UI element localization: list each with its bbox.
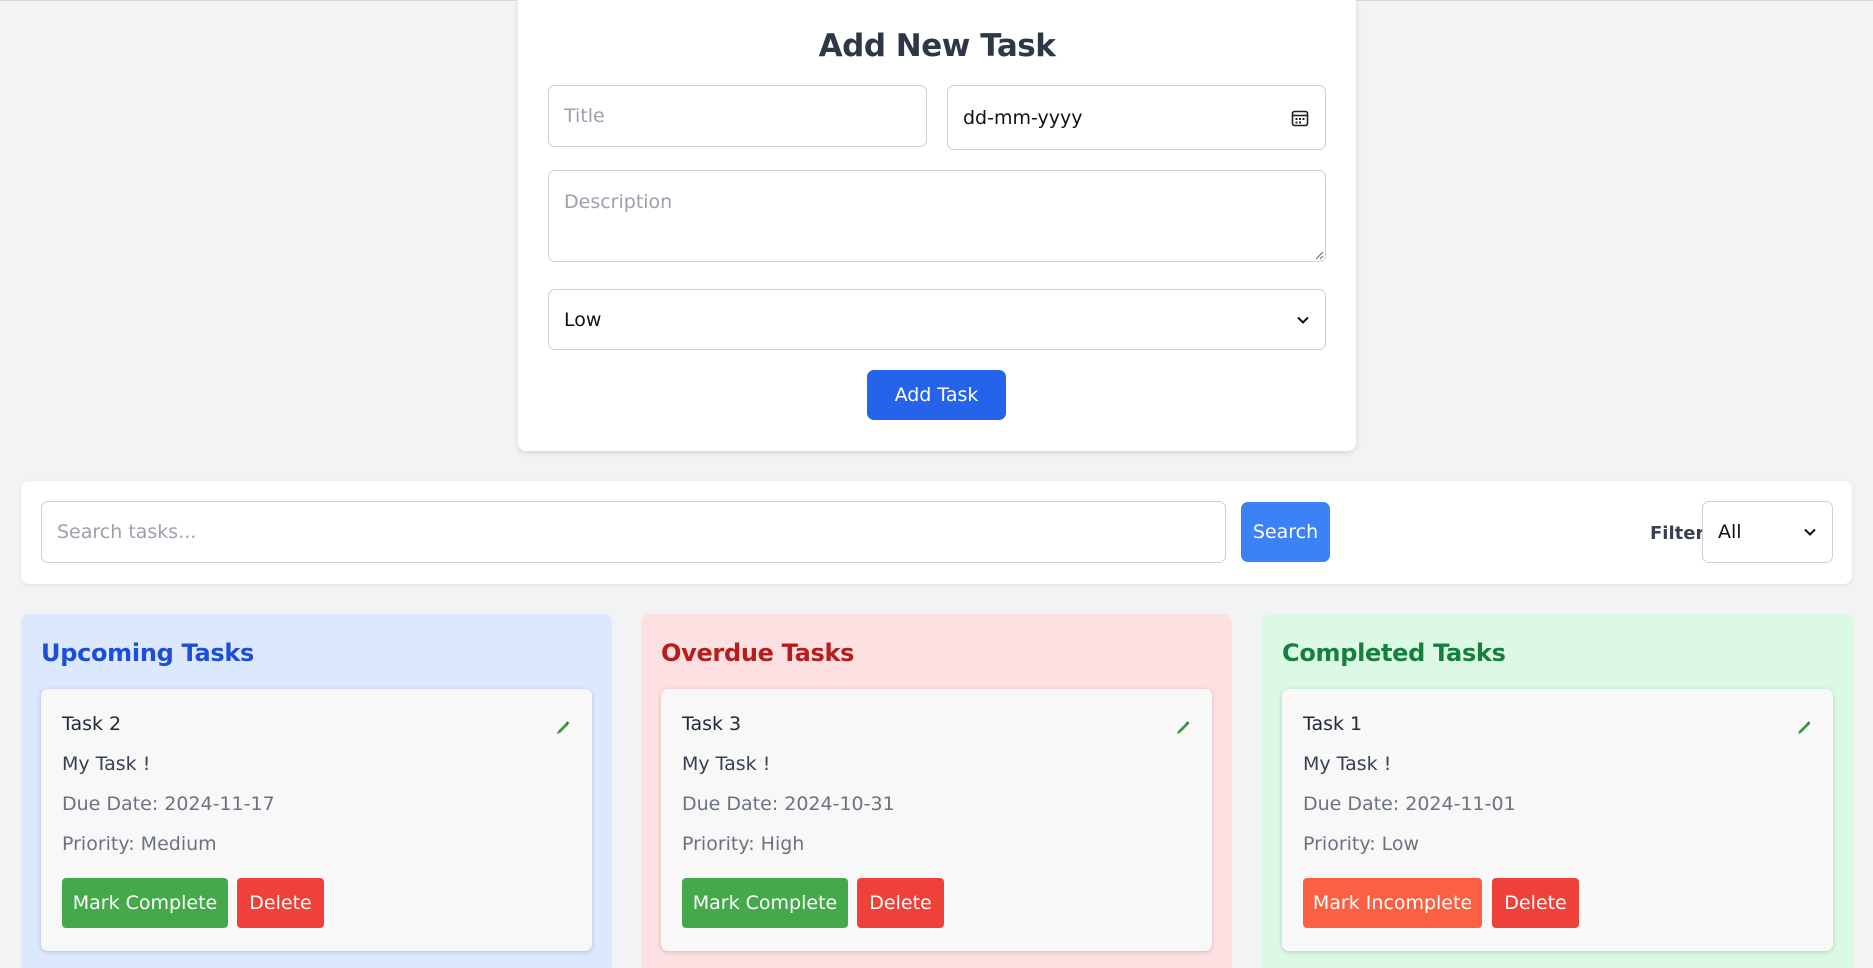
task-description: My Task ! xyxy=(1303,753,1392,775)
task-card: Task 3 My Task ! Due Date: 2024-10-31 Pr… xyxy=(661,689,1212,951)
mark-incomplete-button[interactable]: Mark Incomplete xyxy=(1303,878,1482,928)
upcoming-tasks-column: Upcoming Tasks Task 2 My Task ! Due Date… xyxy=(21,614,612,968)
date-value: dd-mm-yyyy xyxy=(963,106,1083,129)
task-due-date: Due Date: 2024-10-31 xyxy=(682,793,895,815)
column-title: Overdue Tasks xyxy=(661,639,855,667)
task-card: Task 1 My Task ! Due Date: 2024-11-01 Pr… xyxy=(1282,689,1833,951)
chevron-down-icon xyxy=(1297,316,1309,324)
task-title: Task 1 xyxy=(1303,713,1363,735)
task-description: My Task ! xyxy=(682,753,771,775)
calendar-icon[interactable] xyxy=(1290,108,1310,128)
task-due-date: Due Date: 2024-11-01 xyxy=(1303,793,1516,815)
task-priority: Priority: Low xyxy=(1303,833,1420,855)
task-priority: Priority: Medium xyxy=(62,833,217,855)
completed-tasks-column: Completed Tasks Task 1 My Task ! Due Dat… xyxy=(1262,614,1853,968)
column-title: Upcoming Tasks xyxy=(41,639,255,667)
filter-label: Filter xyxy=(1650,523,1705,544)
description-input[interactable] xyxy=(548,170,1326,262)
form-heading: Add New Task xyxy=(818,28,1056,64)
priority-select[interactable]: Low xyxy=(548,289,1326,350)
mark-complete-button[interactable]: Mark Complete xyxy=(62,878,228,928)
task-title: Task 2 xyxy=(62,713,122,735)
filter-selected-value: All xyxy=(1718,521,1742,543)
pencil-icon[interactable] xyxy=(1796,720,1812,736)
task-title: Task 3 xyxy=(682,713,742,735)
filter-select[interactable]: All xyxy=(1702,501,1833,563)
search-input[interactable] xyxy=(41,501,1226,563)
task-due-date: Due Date: 2024-11-17 xyxy=(62,793,275,815)
delete-button[interactable]: Delete xyxy=(1492,878,1579,928)
pencil-icon[interactable] xyxy=(1175,720,1191,736)
title-input[interactable] xyxy=(548,85,927,147)
task-priority: Priority: High xyxy=(682,833,805,855)
overdue-tasks-column: Overdue Tasks Task 3 My Task ! Due Date:… xyxy=(641,614,1232,968)
search-button[interactable]: Search xyxy=(1241,502,1330,562)
add-task-form: Add New Task dd-mm-yyyy Low Add Task xyxy=(518,0,1356,451)
task-description: My Task ! xyxy=(62,753,151,775)
delete-button[interactable]: Delete xyxy=(857,878,944,928)
delete-button[interactable]: Delete xyxy=(237,878,324,928)
resize-grip-icon[interactable] xyxy=(1314,250,1324,260)
priority-selected-value: Low xyxy=(564,308,602,331)
add-task-button[interactable]: Add Task xyxy=(867,370,1006,420)
column-title: Completed Tasks xyxy=(1282,639,1506,667)
mark-complete-button[interactable]: Mark Complete xyxy=(682,878,848,928)
search-bar: Search Filter All xyxy=(21,481,1852,584)
task-card: Task 2 My Task ! Due Date: 2024-11-17 Pr… xyxy=(41,689,592,951)
pencil-icon[interactable] xyxy=(555,720,571,736)
due-date-input[interactable]: dd-mm-yyyy xyxy=(947,85,1326,150)
chevron-down-icon xyxy=(1804,528,1816,536)
